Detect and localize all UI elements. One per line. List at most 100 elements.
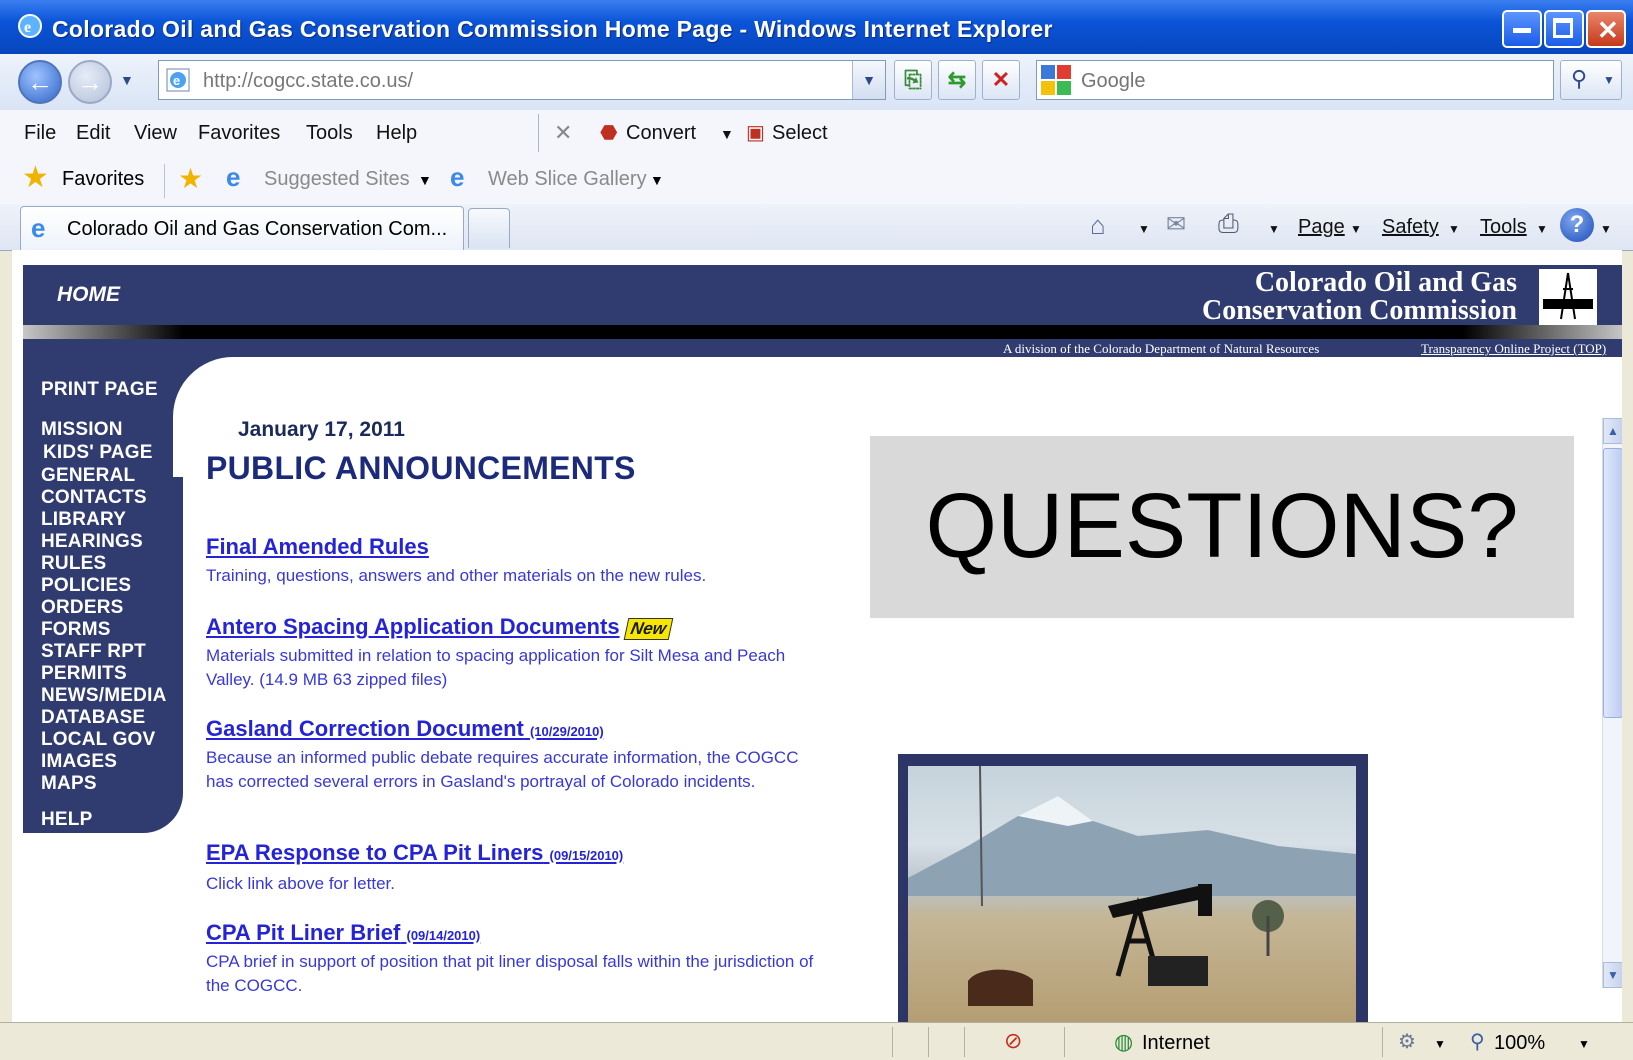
maximize-button[interactable] (1544, 10, 1584, 48)
page-menu[interactable]: Page (1298, 216, 1345, 239)
oil-pump-photo (908, 766, 1356, 1022)
favorites-button[interactable]: Favorites (62, 168, 144, 191)
nav-help[interactable]: HELP (41, 809, 92, 831)
org-name-line1: Colorado Oil and Gas (1254, 267, 1517, 298)
safety-dropdown-icon[interactable]: ▼ (1448, 222, 1460, 236)
history-dropdown[interactable]: ▼ (120, 72, 134, 88)
nav-print-page[interactable]: PRINT PAGE (41, 379, 158, 401)
forward-button[interactable]: → (68, 60, 112, 104)
link-date: (09/15/2010) (549, 848, 624, 863)
settings-dropdown-icon[interactable]: ▼ (1434, 1037, 1446, 1051)
nav-images[interactable]: IMAGES (41, 751, 117, 773)
menu-help[interactable]: Help (376, 122, 417, 145)
close-button[interactable]: ✕ (1586, 10, 1626, 48)
link-antero-spacing[interactable]: Antero Spacing Application Documents New (206, 614, 673, 640)
add-favorite-icon[interactable]: ★ (178, 162, 203, 195)
nav-mission[interactable]: MISSION (41, 419, 123, 441)
status-divider (928, 1027, 929, 1057)
nav-general[interactable]: GENERAL (41, 465, 135, 487)
suggested-sites-link[interactable]: Suggested Sites (264, 168, 410, 191)
menu-view[interactable]: View (134, 122, 177, 145)
convert-dropdown-icon[interactable]: ▼ (720, 126, 734, 142)
vertical-scrollbar[interactable]: ▲ ▼ (1602, 418, 1622, 988)
help-icon[interactable]: ? (1560, 208, 1594, 242)
tab-label: Colorado Oil and Gas Conservation Com... (67, 218, 448, 240)
tools-dropdown-icon[interactable]: ▼ (1536, 222, 1548, 236)
nav-permits[interactable]: PERMITS (41, 663, 127, 685)
help-dropdown-icon[interactable]: ▼ (1600, 222, 1612, 236)
tools-menu[interactable]: Tools (1480, 216, 1527, 239)
web-slice-gallery-link[interactable]: Web Slice Gallery (488, 168, 647, 191)
top-link[interactable]: Transparency Online Project (TOP) (1421, 341, 1606, 357)
zoom-dropdown-icon[interactable]: ▼ (1578, 1037, 1590, 1051)
webslice-dropdown-icon[interactable]: ▼ (650, 172, 664, 188)
nav-forms[interactable]: FORMS (41, 619, 111, 641)
nav-kids-page[interactable]: KIDS' PAGE (43, 442, 153, 464)
page-dropdown-icon[interactable]: ▼ (1350, 222, 1362, 236)
questions-text: QUESTIONS? (925, 475, 1519, 577)
safety-menu[interactable]: Safety (1382, 216, 1439, 239)
nav-database[interactable]: DATABASE (41, 707, 145, 729)
zoom-level[interactable]: 100% (1494, 1032, 1545, 1055)
org-name: Colorado Oil and Gas Conservation Commis… (1202, 269, 1517, 325)
minimize-button[interactable] (1502, 10, 1542, 48)
scroll-down-button[interactable]: ▼ (1603, 962, 1622, 988)
link-epa-response[interactable]: EPA Response to CPA Pit Liners (09/15/20… (206, 840, 623, 866)
search-button[interactable]: ⚲ ▼ (1560, 60, 1622, 100)
refresh-button[interactable]: ⇆ (938, 60, 976, 100)
back-button[interactable]: ← (18, 60, 62, 104)
nav-library[interactable]: LIBRARY (41, 509, 126, 531)
search-input[interactable] (1079, 65, 1543, 97)
nav-maps[interactable]: MAPS (41, 773, 97, 795)
menu-tools[interactable]: Tools (306, 122, 353, 145)
feeds-icon[interactable]: ✉ (1166, 210, 1186, 239)
menu-edit[interactable]: Edit (76, 122, 110, 145)
address-toolbar: ← → ▼ e ▼ ⎘ ⇆ ✕ ⚲ ▼ (0, 54, 1633, 111)
link-text: Final Amended Rules (206, 534, 429, 559)
window-title: Colorado Oil and Gas Conservation Commis… (52, 16, 1053, 42)
link-gasland-correction[interactable]: Gasland Correction Document (10/29/2010) (206, 716, 604, 742)
nav-rules[interactable]: RULES (41, 553, 106, 575)
scroll-thumb[interactable] (1603, 448, 1622, 718)
home-icon[interactable]: ⌂ (1090, 210, 1106, 241)
close-toolbar-icon[interactable]: ✕ (554, 120, 572, 146)
home-link[interactable]: HOME (57, 283, 120, 307)
tab-current[interactable]: e Colorado Oil and Gas Conservation Com.… (20, 206, 464, 250)
protected-mode-icon[interactable]: ⊘ (1004, 1028, 1022, 1054)
desc-final-amended-rules: Training, questions, answers and other m… (206, 566, 707, 585)
nav-policies[interactable]: POLICIES (41, 575, 131, 597)
security-zone: Internet (1142, 1032, 1210, 1054)
home-dropdown-icon[interactable]: ▼ (1138, 222, 1150, 236)
settings-gear-icon[interactable]: ⚙ (1398, 1029, 1416, 1054)
new-tab-button[interactable] (468, 208, 510, 248)
scroll-up-button[interactable]: ▲ (1603, 418, 1622, 444)
print-icon[interactable]: ⎙ (1218, 208, 1239, 240)
stop-icon: ✕ (991, 67, 1011, 92)
search-field[interactable] (1036, 60, 1554, 100)
url-input[interactable] (201, 65, 825, 97)
webslice-ie-icon: e (450, 162, 465, 192)
banner-subbar: A division of the Colorado Department of… (23, 339, 1622, 357)
suggested-dropdown-icon[interactable]: ▼ (418, 172, 432, 188)
desc-epa-response: Click link above for letter. (206, 874, 395, 893)
menu-file[interactable]: File (24, 122, 56, 145)
suggested-ie-icon: e (226, 162, 241, 192)
convert-button[interactable]: Convert (626, 122, 696, 145)
link-cpa-pit-liner-brief[interactable]: CPA Pit Liner Brief (09/14/2010) (206, 920, 480, 946)
link-final-amended-rules[interactable]: Final Amended Rules (206, 534, 429, 560)
nav-hearings[interactable]: HEARINGS (41, 531, 143, 553)
address-field[interactable]: e ▼ (158, 60, 886, 100)
url-dropdown-button[interactable]: ▼ (852, 61, 885, 99)
menu-favorites[interactable]: Favorites (198, 122, 280, 145)
select-button[interactable]: Select (772, 122, 828, 145)
nav-orders[interactable]: ORDERS (41, 597, 124, 619)
back-arrow-icon: ← (27, 67, 53, 97)
stop-button[interactable]: ✕ (982, 60, 1020, 100)
compatibility-button[interactable]: ⎘ (894, 60, 932, 100)
nav-news-media[interactable]: NEWS/MEDIA (41, 685, 167, 707)
nav-contacts[interactable]: CONTACTS (41, 487, 147, 509)
status-divider (964, 1027, 965, 1057)
print-dropdown-icon[interactable]: ▼ (1268, 222, 1280, 236)
nav-staff-rpt[interactable]: STAFF RPT (41, 641, 146, 663)
nav-local-gov[interactable]: LOCAL GOV (41, 729, 155, 751)
